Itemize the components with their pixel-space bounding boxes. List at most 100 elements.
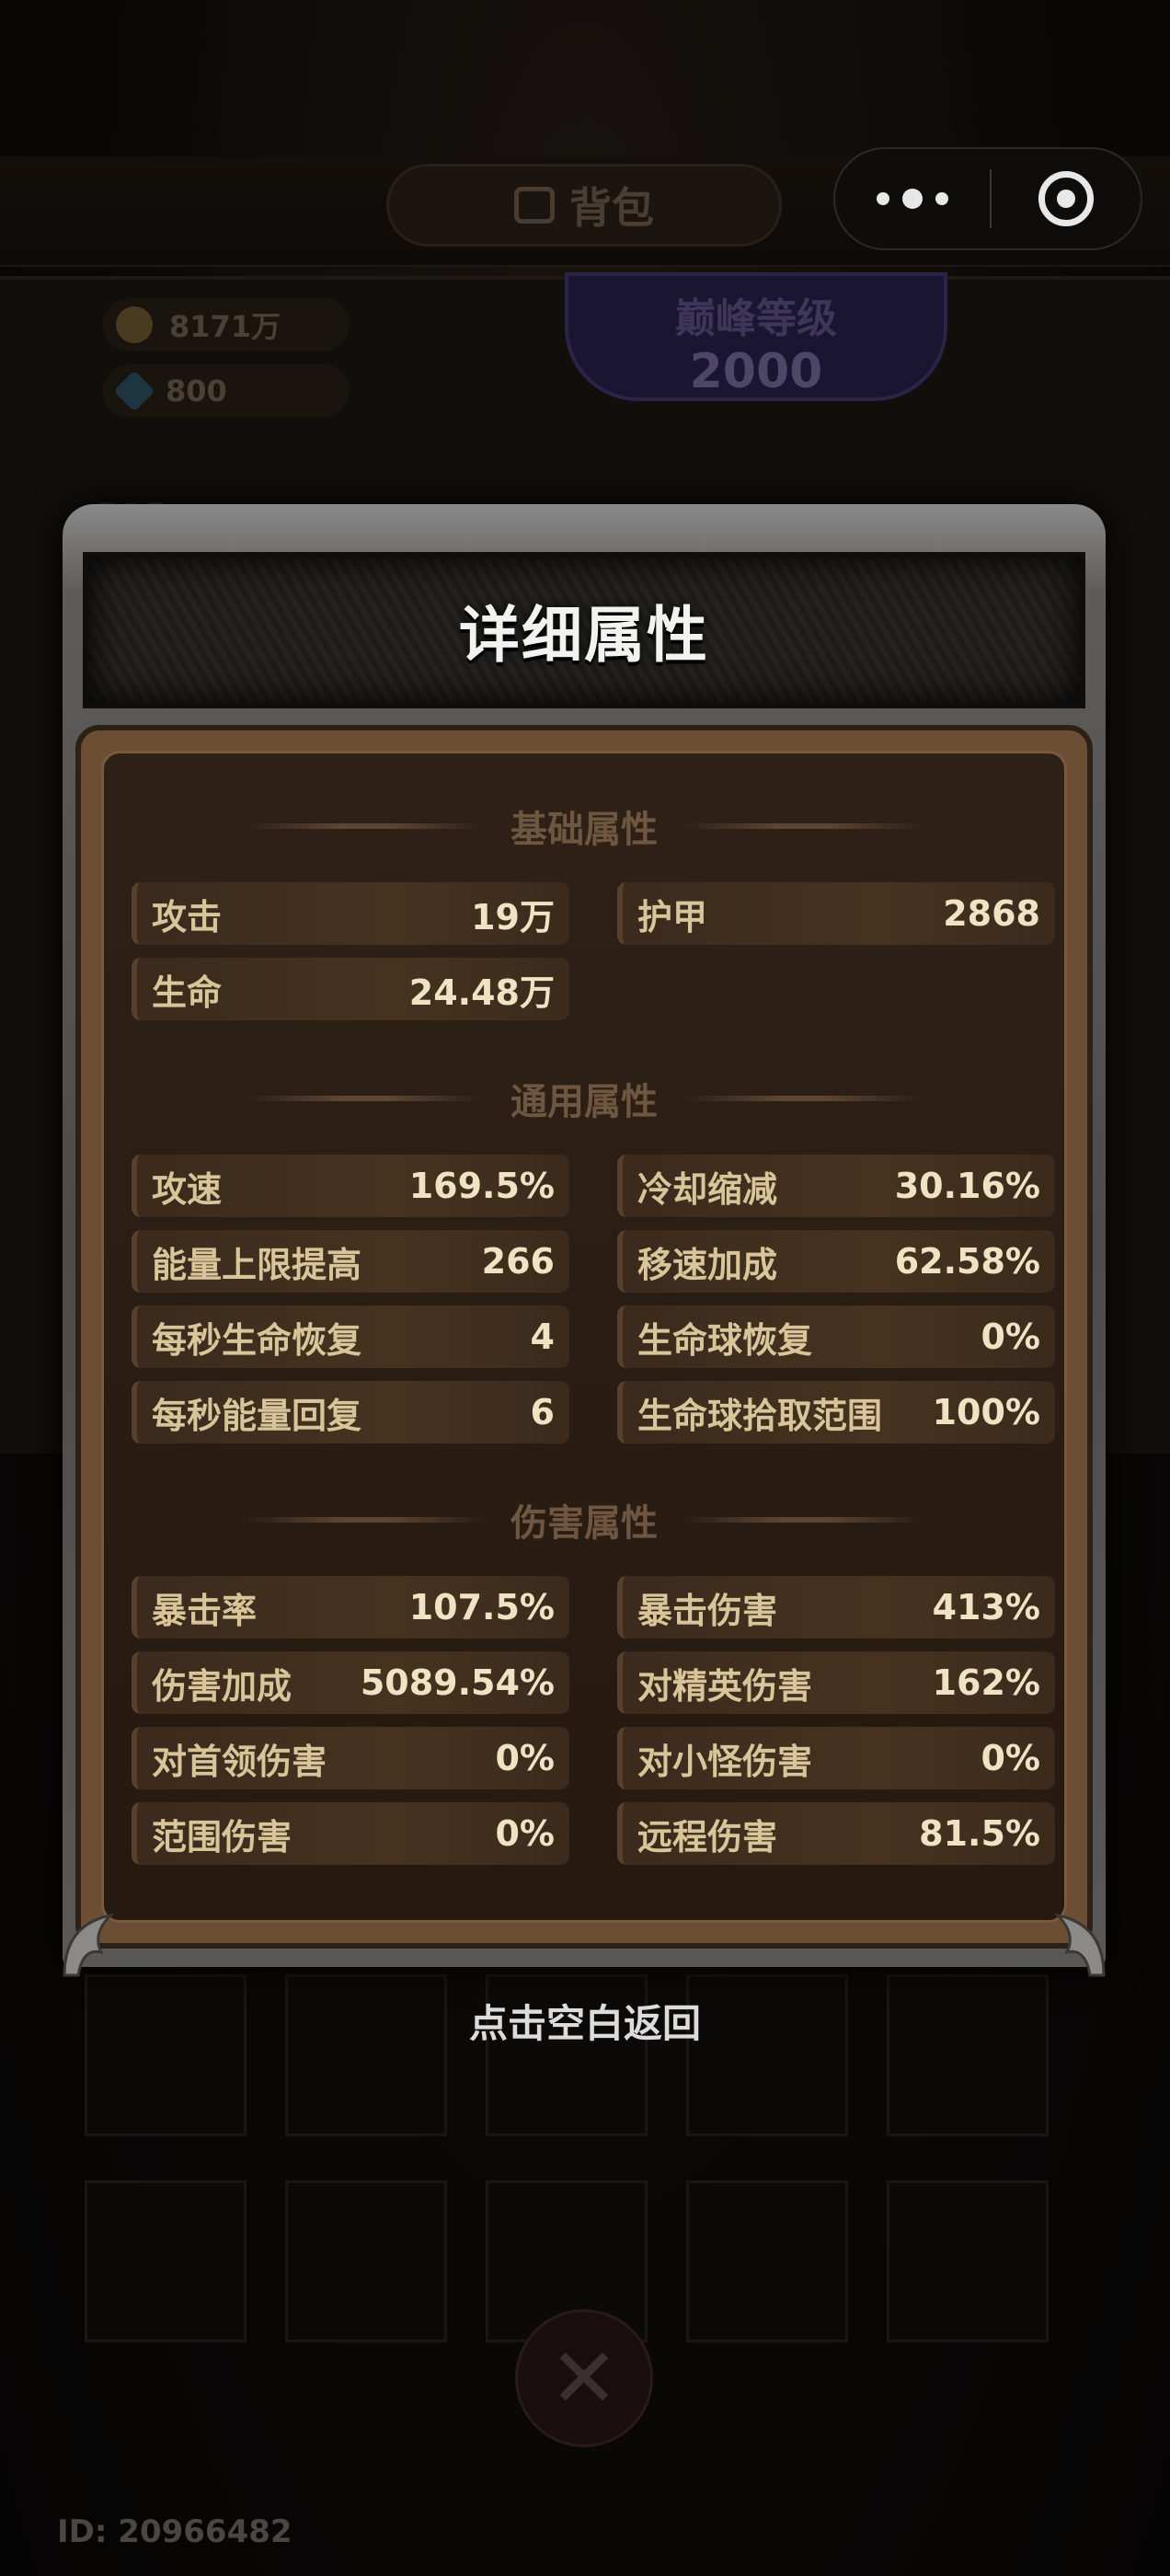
stat-label: 生命球拾取范围 bbox=[637, 1395, 883, 1436]
stat-value: 162% bbox=[932, 1662, 1040, 1703]
attributes-panel: 基础属性 攻击 19万 护甲 2868 生命 24.48万 通用属性 攻速 169.5%… bbox=[101, 751, 1067, 1923]
stat-label: 生命球恢复 bbox=[637, 1319, 813, 1361]
peak-level-value: 2000 bbox=[689, 344, 823, 399]
stat-label: 暴击率 bbox=[152, 1590, 258, 1631]
stat-label: 攻击 bbox=[152, 896, 223, 937]
stat-label: 对首领伤害 bbox=[152, 1741, 327, 1782]
section-header-basic: 基础属性 bbox=[104, 799, 1064, 853]
peak-level-badge: 巅峰等级 2000 bbox=[565, 272, 947, 401]
divider-ornament bbox=[246, 823, 485, 829]
stat-attack-speed: 攻速 169.5% bbox=[132, 1155, 569, 1217]
stat-attack: 攻击 19万 bbox=[132, 882, 569, 945]
tap-to-return-hint[interactable]: 点击空白返回 bbox=[0, 1993, 1170, 2049]
corner-ornament-icon bbox=[1053, 1913, 1106, 1977]
stat-label: 攻速 bbox=[152, 1168, 223, 1210]
gem-currency: 800 bbox=[103, 364, 350, 418]
stat-value: 24.48万 bbox=[408, 972, 555, 1013]
stat-label: 移速加成 bbox=[637, 1244, 778, 1285]
stat-value: 2868 bbox=[943, 893, 1040, 934]
gold-amount: 8171万 bbox=[169, 309, 281, 344]
stat-value: 0% bbox=[495, 1813, 555, 1854]
stat-boss-damage: 对首领伤害 0% bbox=[132, 1727, 569, 1789]
section-header-general: 通用属性 bbox=[104, 1072, 1064, 1125]
stat-value: 0% bbox=[495, 1738, 555, 1778]
peak-level-title: 巅峰等级 bbox=[675, 295, 837, 342]
section-title-damage: 伤害属性 bbox=[510, 1502, 658, 1545]
stat-value: 100% bbox=[932, 1392, 1040, 1432]
stat-row: 伤害加成 5089.54% 对精英伤害 162% bbox=[132, 1651, 1055, 1714]
corner-ornament-icon bbox=[63, 1913, 115, 1977]
gem-icon bbox=[113, 370, 155, 412]
stat-label: 伤害加成 bbox=[152, 1665, 292, 1707]
divider-ornament bbox=[683, 823, 923, 829]
stat-health: 生命 24.48万 bbox=[132, 958, 569, 1020]
stat-area-damage: 范围伤害 0% bbox=[132, 1802, 569, 1865]
gold-currency: 8171万 bbox=[103, 298, 350, 351]
stat-value: 30.16% bbox=[894, 1166, 1040, 1206]
stat-damage-bonus: 伤害加成 5089.54% bbox=[132, 1651, 569, 1714]
section-title-general: 通用属性 bbox=[510, 1081, 658, 1123]
stat-label: 每秒能量回复 bbox=[152, 1395, 362, 1436]
target-icon bbox=[1038, 171, 1094, 226]
stat-value: 4 bbox=[530, 1317, 555, 1357]
section-header-damage: 伤害属性 bbox=[104, 1493, 1064, 1547]
coin-icon bbox=[116, 306, 153, 343]
stat-crit-damage: 暴击伤害 413% bbox=[617, 1576, 1055, 1639]
more-dot-icon bbox=[902, 189, 923, 209]
stat-crit-rate: 暴击率 107.5% bbox=[132, 1576, 569, 1639]
more-button[interactable] bbox=[835, 149, 990, 248]
stat-armor: 护甲 2868 bbox=[617, 882, 1055, 945]
gem-amount: 800 bbox=[166, 374, 227, 408]
backpack-tab[interactable]: 背包 bbox=[386, 164, 782, 247]
stat-label: 生命 bbox=[152, 972, 223, 1013]
more-dot-icon bbox=[877, 192, 889, 205]
stat-value: 81.5% bbox=[919, 1813, 1040, 1854]
stat-value: 169.5% bbox=[408, 1166, 555, 1206]
inventory-slot bbox=[686, 2180, 848, 2342]
stat-value: 0% bbox=[981, 1317, 1040, 1357]
crossed-swords-icon: ✕ bbox=[515, 2309, 653, 2447]
miniprogram-capsule bbox=[833, 147, 1142, 250]
stat-value: 5089.54% bbox=[360, 1662, 555, 1703]
stat-value: 266 bbox=[481, 1241, 555, 1282]
stat-row: 暴击率 107.5% 暴击伤害 413% bbox=[132, 1576, 1055, 1639]
backpack-icon bbox=[514, 187, 555, 224]
stat-health-regen: 每秒生命恢复 4 bbox=[132, 1305, 569, 1368]
user-id: ID: 20966482 bbox=[57, 2513, 292, 2550]
stat-minion-damage: 对小怪伤害 0% bbox=[617, 1727, 1055, 1789]
stat-elite-damage: 对精英伤害 162% bbox=[617, 1651, 1055, 1714]
stat-value: 0% bbox=[981, 1738, 1040, 1778]
stat-label: 范围伤害 bbox=[152, 1816, 292, 1857]
section-title-basic: 基础属性 bbox=[510, 809, 658, 851]
stat-row: 生命 24.48万 bbox=[132, 958, 569, 1020]
inventory-slot bbox=[887, 2180, 1049, 2342]
stat-energy-regen: 每秒能量回复 6 bbox=[132, 1381, 569, 1443]
stat-row: 范围伤害 0% 远程伤害 81.5% bbox=[132, 1802, 1055, 1865]
stat-value: 62.58% bbox=[894, 1241, 1040, 1282]
divider-ornament bbox=[683, 1517, 923, 1523]
inventory-slot bbox=[85, 2180, 247, 2342]
stat-label: 对精英伤害 bbox=[637, 1665, 813, 1707]
stat-ranged-damage: 远程伤害 81.5% bbox=[617, 1802, 1055, 1865]
stat-energy-cap: 能量上限提高 266 bbox=[132, 1230, 569, 1293]
more-dot-icon bbox=[935, 192, 948, 205]
stat-pickup-range: 生命球拾取范围 100% bbox=[617, 1381, 1055, 1443]
divider-ornament bbox=[246, 1517, 485, 1523]
stat-label: 暴击伤害 bbox=[637, 1590, 778, 1631]
close-miniprogram-button[interactable] bbox=[992, 149, 1141, 248]
stat-cooldown-reduction: 冷却缩减 30.16% bbox=[617, 1155, 1055, 1217]
backpack-tab-label: 背包 bbox=[569, 183, 654, 233]
stat-move-speed: 移速加成 62.58% bbox=[617, 1230, 1055, 1293]
stat-row: 攻击 19万 护甲 2868 bbox=[132, 882, 1055, 945]
divider-ornament bbox=[246, 1096, 485, 1101]
stat-row: 攻速 169.5% 冷却缩减 30.16% bbox=[132, 1155, 1055, 1217]
modal-body: 基础属性 攻击 19万 护甲 2868 生命 24.48万 通用属性 攻速 169.5%… bbox=[75, 725, 1093, 1949]
stat-value: 413% bbox=[932, 1587, 1040, 1627]
stat-label: 冷却缩减 bbox=[637, 1168, 778, 1210]
detail-attributes-modal: 详细属性 基础属性 攻击 19万 护甲 2868 生命 24.48万 通用属性 bbox=[63, 504, 1106, 1977]
modal-header: 详细属性 bbox=[83, 552, 1085, 708]
stat-value: 6 bbox=[530, 1392, 555, 1432]
stat-row: 每秒能量回复 6 生命球拾取范围 100% bbox=[132, 1381, 1055, 1443]
stat-label: 能量上限提高 bbox=[152, 1244, 362, 1285]
stat-row: 能量上限提高 266 移速加成 62.58% bbox=[132, 1230, 1055, 1293]
